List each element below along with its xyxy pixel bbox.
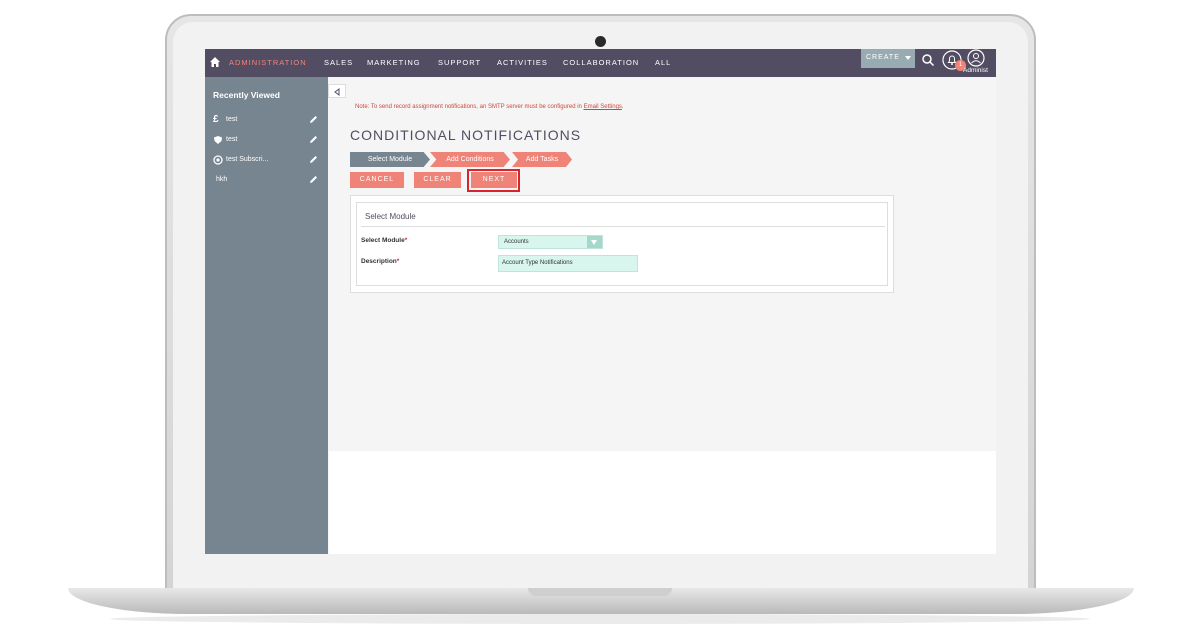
step-select-module: Select Module [350, 152, 430, 167]
laptop-notch [528, 588, 672, 596]
create-label: CREATE [866, 54, 900, 61]
chevron-down-icon [905, 56, 911, 60]
note-end: . [621, 104, 624, 110]
chevron-left-icon [334, 88, 340, 96]
sidebar-item-label: test [226, 116, 238, 123]
step-add-tasks: Add Tasks [512, 152, 572, 167]
sidebar-item[interactable]: test [205, 135, 328, 149]
laptop-shadow [110, 614, 1090, 624]
pencil-icon[interactable] [309, 155, 318, 164]
home-icon[interactable] [209, 56, 221, 68]
sidebar-item[interactable]: test Subscri... [205, 155, 328, 169]
cancel-button[interactable]: CANCEL [350, 172, 404, 188]
step-add-conditions: Add Conditions [430, 152, 510, 167]
panel-inner: Select Module Select Module* Accounts De… [356, 202, 888, 286]
content-footer-area [329, 451, 996, 554]
description-input[interactable]: Account Type Notifications [498, 255, 638, 272]
pencil-icon[interactable] [309, 175, 318, 184]
sidebar-title: Recently Viewed [213, 90, 280, 100]
smtp-note: Note: To send record assignment notifica… [355, 104, 624, 110]
note-text: Note: To send record assignment notifica… [355, 104, 584, 110]
module-select-value: Accounts [504, 239, 529, 245]
panel-divider [361, 226, 885, 227]
clear-button[interactable]: CLEAR [414, 172, 461, 188]
camera-icon [595, 36, 606, 47]
nav-sales[interactable]: SALES [324, 58, 353, 67]
sidebar-item-label: test [226, 136, 238, 143]
nav-activities[interactable]: ACTIVITIES [497, 58, 548, 67]
nav-marketing[interactable]: MARKETING [367, 58, 421, 67]
sidebar-collapse-button[interactable] [328, 84, 346, 98]
pound-icon: £ [213, 114, 219, 125]
required-marker: * [404, 237, 408, 244]
panel-title: Select Module [365, 212, 416, 221]
description-label-text: Description [361, 258, 397, 265]
shield-icon [214, 136, 222, 144]
user-label[interactable]: Administ [963, 67, 988, 74]
sidebar: Recently Viewed £ test test test Subscri… [205, 77, 328, 554]
top-navigation: ADMINISTRATION SALES MARKETING SUPPORT A… [205, 49, 996, 77]
select-module-panel: Select Module Select Module* Accounts De… [350, 195, 894, 293]
module-field-label: Select Module* [361, 237, 407, 244]
sidebar-item[interactable]: hkh [205, 175, 328, 189]
target-icon [213, 155, 223, 165]
select-caret-box [587, 236, 602, 248]
sidebar-item-label: hkh [216, 176, 228, 183]
module-select[interactable]: Accounts [498, 235, 603, 249]
search-icon[interactable] [921, 53, 935, 67]
nav-collaboration[interactable]: COLLABORATION [563, 58, 639, 67]
chevron-down-icon [591, 240, 597, 245]
email-settings-link[interactable]: Email Settings [584, 104, 622, 110]
nav-support[interactable]: SUPPORT [438, 58, 481, 67]
page-title: CONDITIONAL NOTIFICATIONS [350, 127, 582, 143]
nav-all[interactable]: ALL [655, 58, 671, 67]
user-avatar-icon[interactable] [967, 49, 985, 67]
required-marker: * [396, 258, 400, 265]
next-button[interactable]: NEXT [471, 172, 517, 188]
app-screen: ADMINISTRATION SALES MARKETING SUPPORT A… [205, 49, 996, 554]
description-field-label: Description* [361, 258, 399, 265]
module-label-text: Select Module [361, 237, 405, 244]
sidebar-item[interactable]: £ test [205, 115, 328, 129]
nav-administration[interactable]: ADMINISTRATION [229, 58, 307, 67]
create-button[interactable]: CREATE [861, 49, 915, 68]
pencil-icon[interactable] [309, 135, 318, 144]
pencil-icon[interactable] [309, 115, 318, 124]
sidebar-item-label: test Subscri... [226, 156, 269, 163]
